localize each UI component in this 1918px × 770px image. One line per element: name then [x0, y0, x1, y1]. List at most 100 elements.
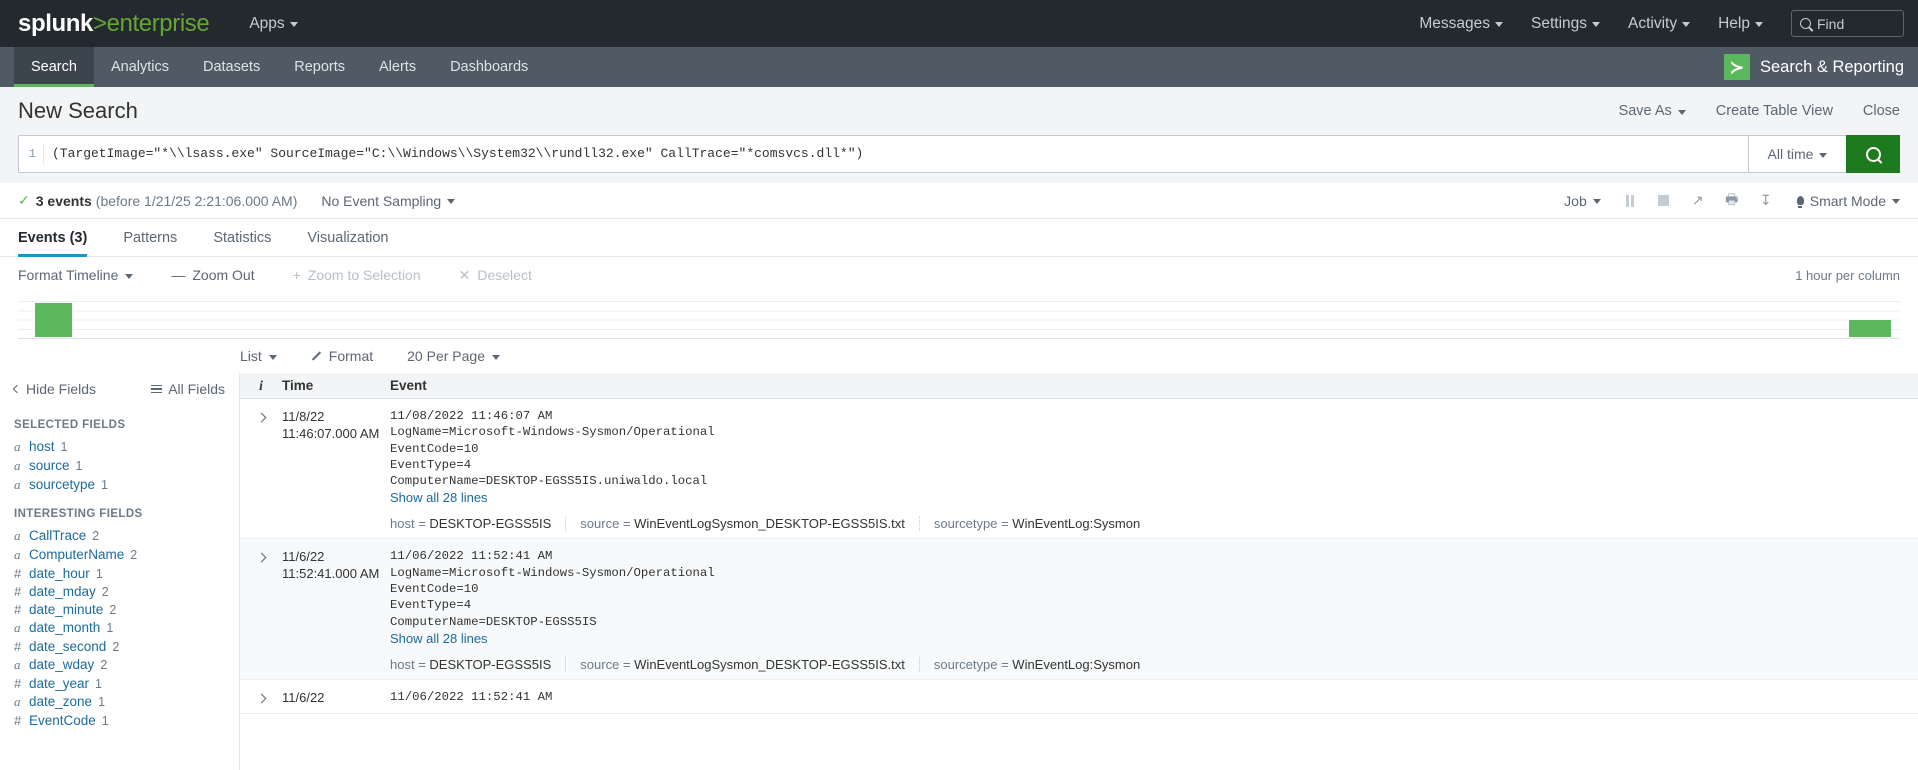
field-count: 1: [60, 439, 68, 454]
field-type-icon: a: [14, 693, 21, 709]
event-date: 11/6/22: [282, 689, 325, 705]
deselect-button[interactable]: ✕ Deselect: [459, 267, 532, 284]
field-item-host[interactable]: a host 1: [0, 437, 239, 456]
deselect-label: Deselect: [477, 267, 532, 283]
column-header-time[interactable]: Time: [282, 378, 390, 393]
format-timeline-dropdown[interactable]: Format Timeline: [18, 267, 134, 283]
pause-button[interactable]: [1613, 190, 1647, 212]
field-name: sourcetype: [29, 476, 96, 492]
nav-item-search[interactable]: Search: [14, 47, 94, 87]
column-header-event[interactable]: Event: [390, 378, 1918, 393]
nav-item-analytics[interactable]: Analytics: [94, 47, 186, 87]
field-item-date-zone[interactable]: a date_zone 1: [0, 692, 239, 711]
print-button[interactable]: 🖶: [1715, 190, 1749, 212]
meta-host-key: host: [390, 516, 415, 532]
field-item-sourcetype[interactable]: a sourcetype 1: [0, 475, 239, 494]
tab-visualization[interactable]: Visualization: [289, 219, 406, 256]
search-mode-label: Smart Mode: [1809, 192, 1886, 209]
field-name: date_month: [29, 619, 101, 635]
tab-patterns[interactable]: Patterns: [105, 219, 195, 256]
field-name: source: [29, 457, 70, 473]
event-sampling-dropdown[interactable]: No Event Sampling: [321, 193, 456, 209]
field-type-icon: #: [14, 583, 22, 599]
stop-button[interactable]: [1647, 190, 1681, 212]
app-chevron-icon: ≻: [1724, 54, 1750, 80]
show-all-lines-link[interactable]: Show all 28 lines: [390, 490, 488, 505]
zoom-out-button[interactable]: — Zoom Out: [171, 267, 254, 283]
export-button[interactable]: ↧: [1749, 190, 1783, 212]
list-view-dropdown[interactable]: List: [240, 348, 277, 364]
lightbulb-icon: [1796, 196, 1804, 208]
event-raw-line: LogName=Microsoft-Windows-Sysmon/Operati…: [390, 565, 715, 580]
timeline-bar[interactable]: [34, 302, 72, 337]
page-title: New Search: [18, 98, 138, 123]
meta-sourcetype[interactable]: sourcetype = WinEventLog:Sysmon: [934, 516, 1154, 531]
run-search-button[interactable]: [1846, 135, 1900, 173]
field-item-date-month[interactable]: a date_month 1: [0, 618, 239, 637]
hide-fields-button[interactable]: Hide Fields: [12, 381, 96, 397]
help-menu[interactable]: Help: [1718, 15, 1763, 33]
activity-menu[interactable]: Activity: [1628, 15, 1691, 33]
all-fields-button[interactable]: All Fields: [151, 381, 225, 397]
search-header-actions: Save As Create Table View Close: [1619, 103, 1900, 119]
field-item-date-wday[interactable]: a date_wday 2: [0, 655, 239, 674]
create-table-view-button[interactable]: Create Table View: [1716, 103, 1833, 119]
field-item-date-year[interactable]: # date_year 1: [0, 674, 239, 692]
meta-source[interactable]: source = WinEventLogSysmon_DESKTOP-EGSS5…: [580, 656, 920, 672]
field-item-date-mday[interactable]: # date_mday 2: [0, 582, 239, 600]
job-menu-label: Job: [1564, 192, 1587, 209]
share-button[interactable]: ↗: [1681, 190, 1715, 212]
nav-item-reports[interactable]: Reports: [277, 47, 362, 87]
events-timeline-chart[interactable]: [18, 293, 1900, 339]
print-icon: 🖶: [1725, 190, 1739, 207]
nav-item-dashboards[interactable]: Dashboards: [433, 47, 545, 87]
settings-menu[interactable]: Settings: [1531, 15, 1601, 33]
field-name: date_second: [29, 638, 107, 654]
row-expand-toggle[interactable]: [240, 408, 282, 531]
meta-source[interactable]: source = WinEventLogSysmon_DESKTOP-EGSS5…: [580, 516, 920, 532]
meta-host[interactable]: host = DESKTOP-EGSS5IS: [390, 656, 567, 672]
search-bar-container: 1 (TargetImage="*\\lsass.exe" SourceImag…: [0, 135, 1918, 183]
field-item-eventcode[interactable]: # EventCode 1: [0, 711, 239, 729]
close-button[interactable]: Close: [1863, 103, 1900, 119]
apps-menu[interactable]: Apps: [249, 15, 298, 33]
show-all-lines-link[interactable]: Show all 28 lines: [390, 631, 488, 646]
field-item-computername[interactable]: a ComputerName 2: [0, 545, 239, 564]
search-mode-selector[interactable]: Smart Mode: [1783, 193, 1900, 209]
per-page-dropdown[interactable]: 20 Per Page: [407, 348, 500, 364]
field-item-calltrace[interactable]: a CallTrace 2: [0, 526, 239, 545]
time-range-picker[interactable]: All time: [1748, 135, 1846, 173]
event-date: 11/8/22: [282, 409, 325, 424]
events-table-header: i Time Event: [240, 373, 1918, 399]
field-item-source[interactable]: a source 1: [0, 456, 239, 475]
search-query-editor[interactable]: 1 (TargetImage="*\\lsass.exe" SourceImag…: [18, 135, 1748, 173]
meta-sourcetype[interactable]: sourcetype = WinEventLog:Sysmon: [934, 657, 1154, 672]
field-item-date-second[interactable]: # date_second 2: [0, 637, 239, 655]
tab-events[interactable]: Events (3): [18, 219, 105, 257]
find-input[interactable]: [1817, 15, 1895, 32]
field-item-date-minute[interactable]: # date_minute 2: [0, 600, 239, 618]
event-raw-line: EventType=4: [390, 598, 472, 613]
messages-menu[interactable]: Messages: [1419, 15, 1503, 33]
chevron-down-icon: [125, 273, 134, 279]
nav-label-search: Search: [31, 59, 77, 75]
nav-item-datasets[interactable]: Datasets: [186, 47, 277, 87]
time-range-label: All time: [1767, 146, 1814, 162]
search-query-input[interactable]: (TargetImage="*\\lsass.exe" SourceImage=…: [43, 144, 1748, 164]
row-expand-toggle[interactable]: [240, 689, 282, 706]
field-type-icon: #: [14, 712, 22, 728]
zoom-to-selection-button[interactable]: + Zoom to Selection: [293, 267, 421, 283]
timeline-bar[interactable]: [1849, 319, 1891, 337]
format-timeline-label: Format Timeline: [18, 267, 119, 283]
save-as-button[interactable]: Save As: [1619, 103, 1686, 119]
row-expand-toggle[interactable]: [240, 548, 282, 671]
format-results-button[interactable]: Format: [311, 348, 373, 364]
find-box[interactable]: [1791, 10, 1904, 37]
nav-item-alerts[interactable]: Alerts: [362, 47, 433, 87]
splunk-logo[interactable]: splunk > enterprise: [18, 10, 210, 38]
meta-host[interactable]: host = DESKTOP-EGSS5IS: [390, 516, 567, 532]
tab-statistics[interactable]: Statistics: [195, 219, 289, 256]
job-menu-button[interactable]: Job: [1552, 193, 1613, 209]
field-item-date-hour[interactable]: # date_hour 1: [0, 564, 239, 582]
app-identity-group[interactable]: ≻ Search & Reporting: [1724, 47, 1904, 87]
